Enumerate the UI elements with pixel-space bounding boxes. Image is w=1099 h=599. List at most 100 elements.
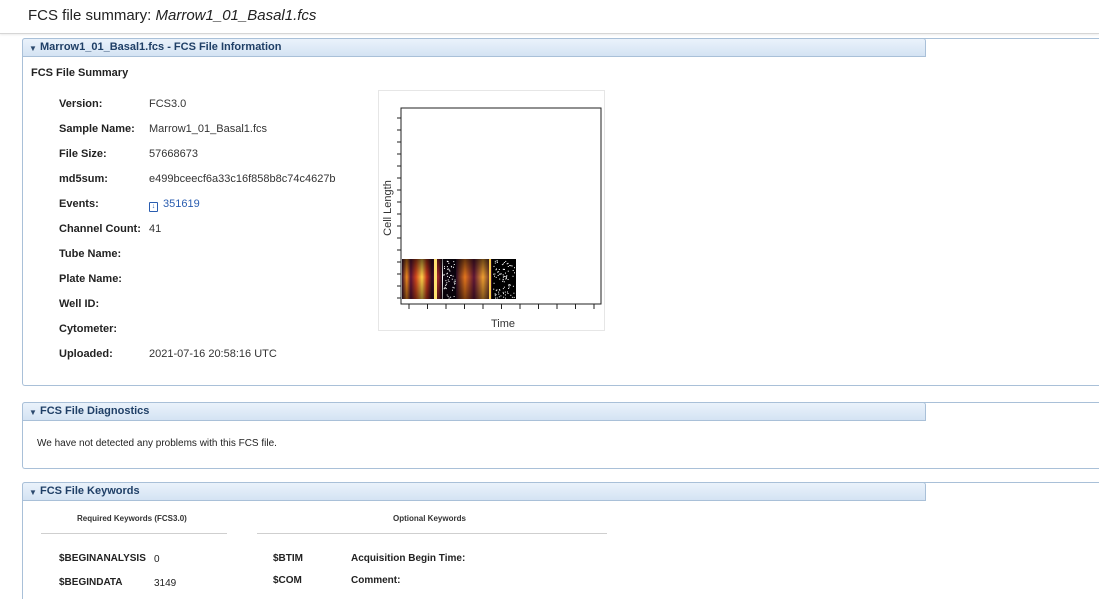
optional-keyword-name: $BTIM [273, 553, 303, 564]
required-keyword-name: $BEGINANALYSIS [59, 553, 146, 564]
event-dot [498, 296, 500, 298]
event-dot [445, 280, 447, 282]
version-label: Version: [59, 98, 103, 110]
event-dot [496, 268, 497, 270]
file-information-panel-title: Marrow1_01_Basal1.fcs - FCS File Informa… [40, 41, 282, 53]
cytometer-label: Cytometer: [59, 323, 118, 335]
event-dot [500, 295, 502, 297]
file-information-panel-header[interactable]: ▼ Marrow1_01_Basal1.fcs - FCS File Infor… [22, 38, 926, 57]
file-size-label: File Size: [59, 148, 107, 160]
file-summary-heading: FCS File Summary [31, 67, 129, 79]
page-title-filename: Marrow1_01_Basal1.fcs [155, 7, 317, 24]
tube-name-label: Tube Name: [59, 248, 122, 260]
event-dot [451, 278, 453, 280]
event-dot [447, 295, 449, 297]
event-dot [447, 268, 449, 270]
event-dot [503, 269, 505, 270]
optional-keywords-header: Optional Keywords [393, 514, 466, 523]
event-dot [493, 273, 495, 275]
event-dot [503, 293, 504, 295]
event-dot [493, 288, 495, 290]
uploaded-value: 2021-07-16 20:58:16 UTC [149, 348, 277, 360]
event-dot [445, 288, 447, 290]
event-dot [513, 292, 515, 294]
event-dot [514, 272, 515, 274]
plot-ylabel: Cell Length [382, 180, 394, 236]
plate-name-label: Plate Name: [59, 273, 122, 285]
event-dot [449, 270, 451, 272]
event-dot [453, 264, 455, 265]
event-dot [507, 291, 508, 293]
event-dot [444, 286, 446, 288]
optional-keywords-rule [257, 533, 607, 534]
caret-down-icon[interactable]: ▼ [29, 44, 37, 53]
event-dot [503, 286, 505, 288]
event-dot [453, 287, 455, 289]
diagnostics-panel-title: FCS File Diagnostics [40, 405, 150, 417]
event-dot [454, 281, 456, 283]
event-dot [496, 260, 498, 261]
event-dot [502, 263, 504, 265]
event-dot [507, 293, 509, 294]
event-dot [445, 283, 447, 285]
event-dot [446, 282, 448, 284]
event-dot [453, 296, 455, 297]
event-dot [443, 274, 445, 276]
event-dot [507, 266, 509, 267]
event-dot [505, 260, 507, 262]
keywords-panel-header[interactable]: ▼ FCS File Keywords [22, 482, 926, 501]
event-dot [494, 295, 496, 297]
event-dot [494, 260, 496, 262]
event-dot [447, 261, 449, 263]
event-dot [502, 288, 504, 290]
event-dot [451, 266, 453, 268]
event-dot [498, 293, 500, 295]
page-header: FCS file summary: Marrow1_01_Basal1.fcs [0, 0, 1099, 34]
event-dot [501, 264, 503, 266]
event-dot [453, 281, 455, 283]
download-icon[interactable]: ↓ [149, 202, 158, 212]
md5sum-value: e499bceecf6a33c16f858b8c74c4627b [149, 173, 336, 185]
event-dot [497, 275, 499, 276]
event-dot [452, 286, 454, 288]
event-dot [498, 289, 500, 291]
keywords-panel: ▼ FCS File Keywords Required Keywords (F… [22, 482, 1099, 599]
event-dot [448, 281, 450, 282]
diagnostics-panel-header[interactable]: ▼ FCS File Diagnostics [22, 402, 926, 421]
required-keyword-name: $BEGINDATA [59, 577, 123, 588]
event-dot [511, 296, 513, 298]
event-dot [510, 294, 512, 296]
event-dot [502, 280, 504, 282]
event-dot [452, 289, 453, 291]
event-dot [445, 285, 447, 286]
event-dot [502, 278, 504, 280]
uploaded-label: Uploaded: [59, 348, 113, 360]
event-dot [508, 286, 510, 288]
events-value[interactable]: 351619 [163, 198, 200, 210]
event-dot [497, 271, 499, 273]
event-dot [502, 291, 504, 293]
caret-down-icon[interactable]: ▼ [29, 488, 37, 497]
event-dot [514, 267, 515, 269]
event-dot [448, 269, 450, 271]
required-keyword-value: 3149 [154, 578, 177, 589]
event-dot [503, 275, 505, 277]
event-dot [444, 268, 445, 269]
event-dot [502, 274, 504, 276]
event-dot [498, 291, 500, 293]
required-keywords-rule [41, 533, 227, 534]
plot-x-ticks [408, 304, 595, 309]
caret-down-icon[interactable]: ▼ [29, 408, 37, 417]
event-dot [494, 273, 496, 275]
event-dot [450, 275, 452, 276]
sample-name-label: Sample Name: [59, 123, 135, 135]
event-dot [493, 265, 495, 267]
plot-y-ticks [397, 117, 401, 299]
event-dot [449, 276, 450, 278]
events-download-link[interactable]: ↓ 351619 [149, 198, 200, 212]
event-dot [505, 272, 506, 274]
event-dot [505, 277, 507, 279]
event-dot [494, 293, 496, 295]
event-dot [503, 281, 505, 283]
event-dot [447, 272, 448, 274]
